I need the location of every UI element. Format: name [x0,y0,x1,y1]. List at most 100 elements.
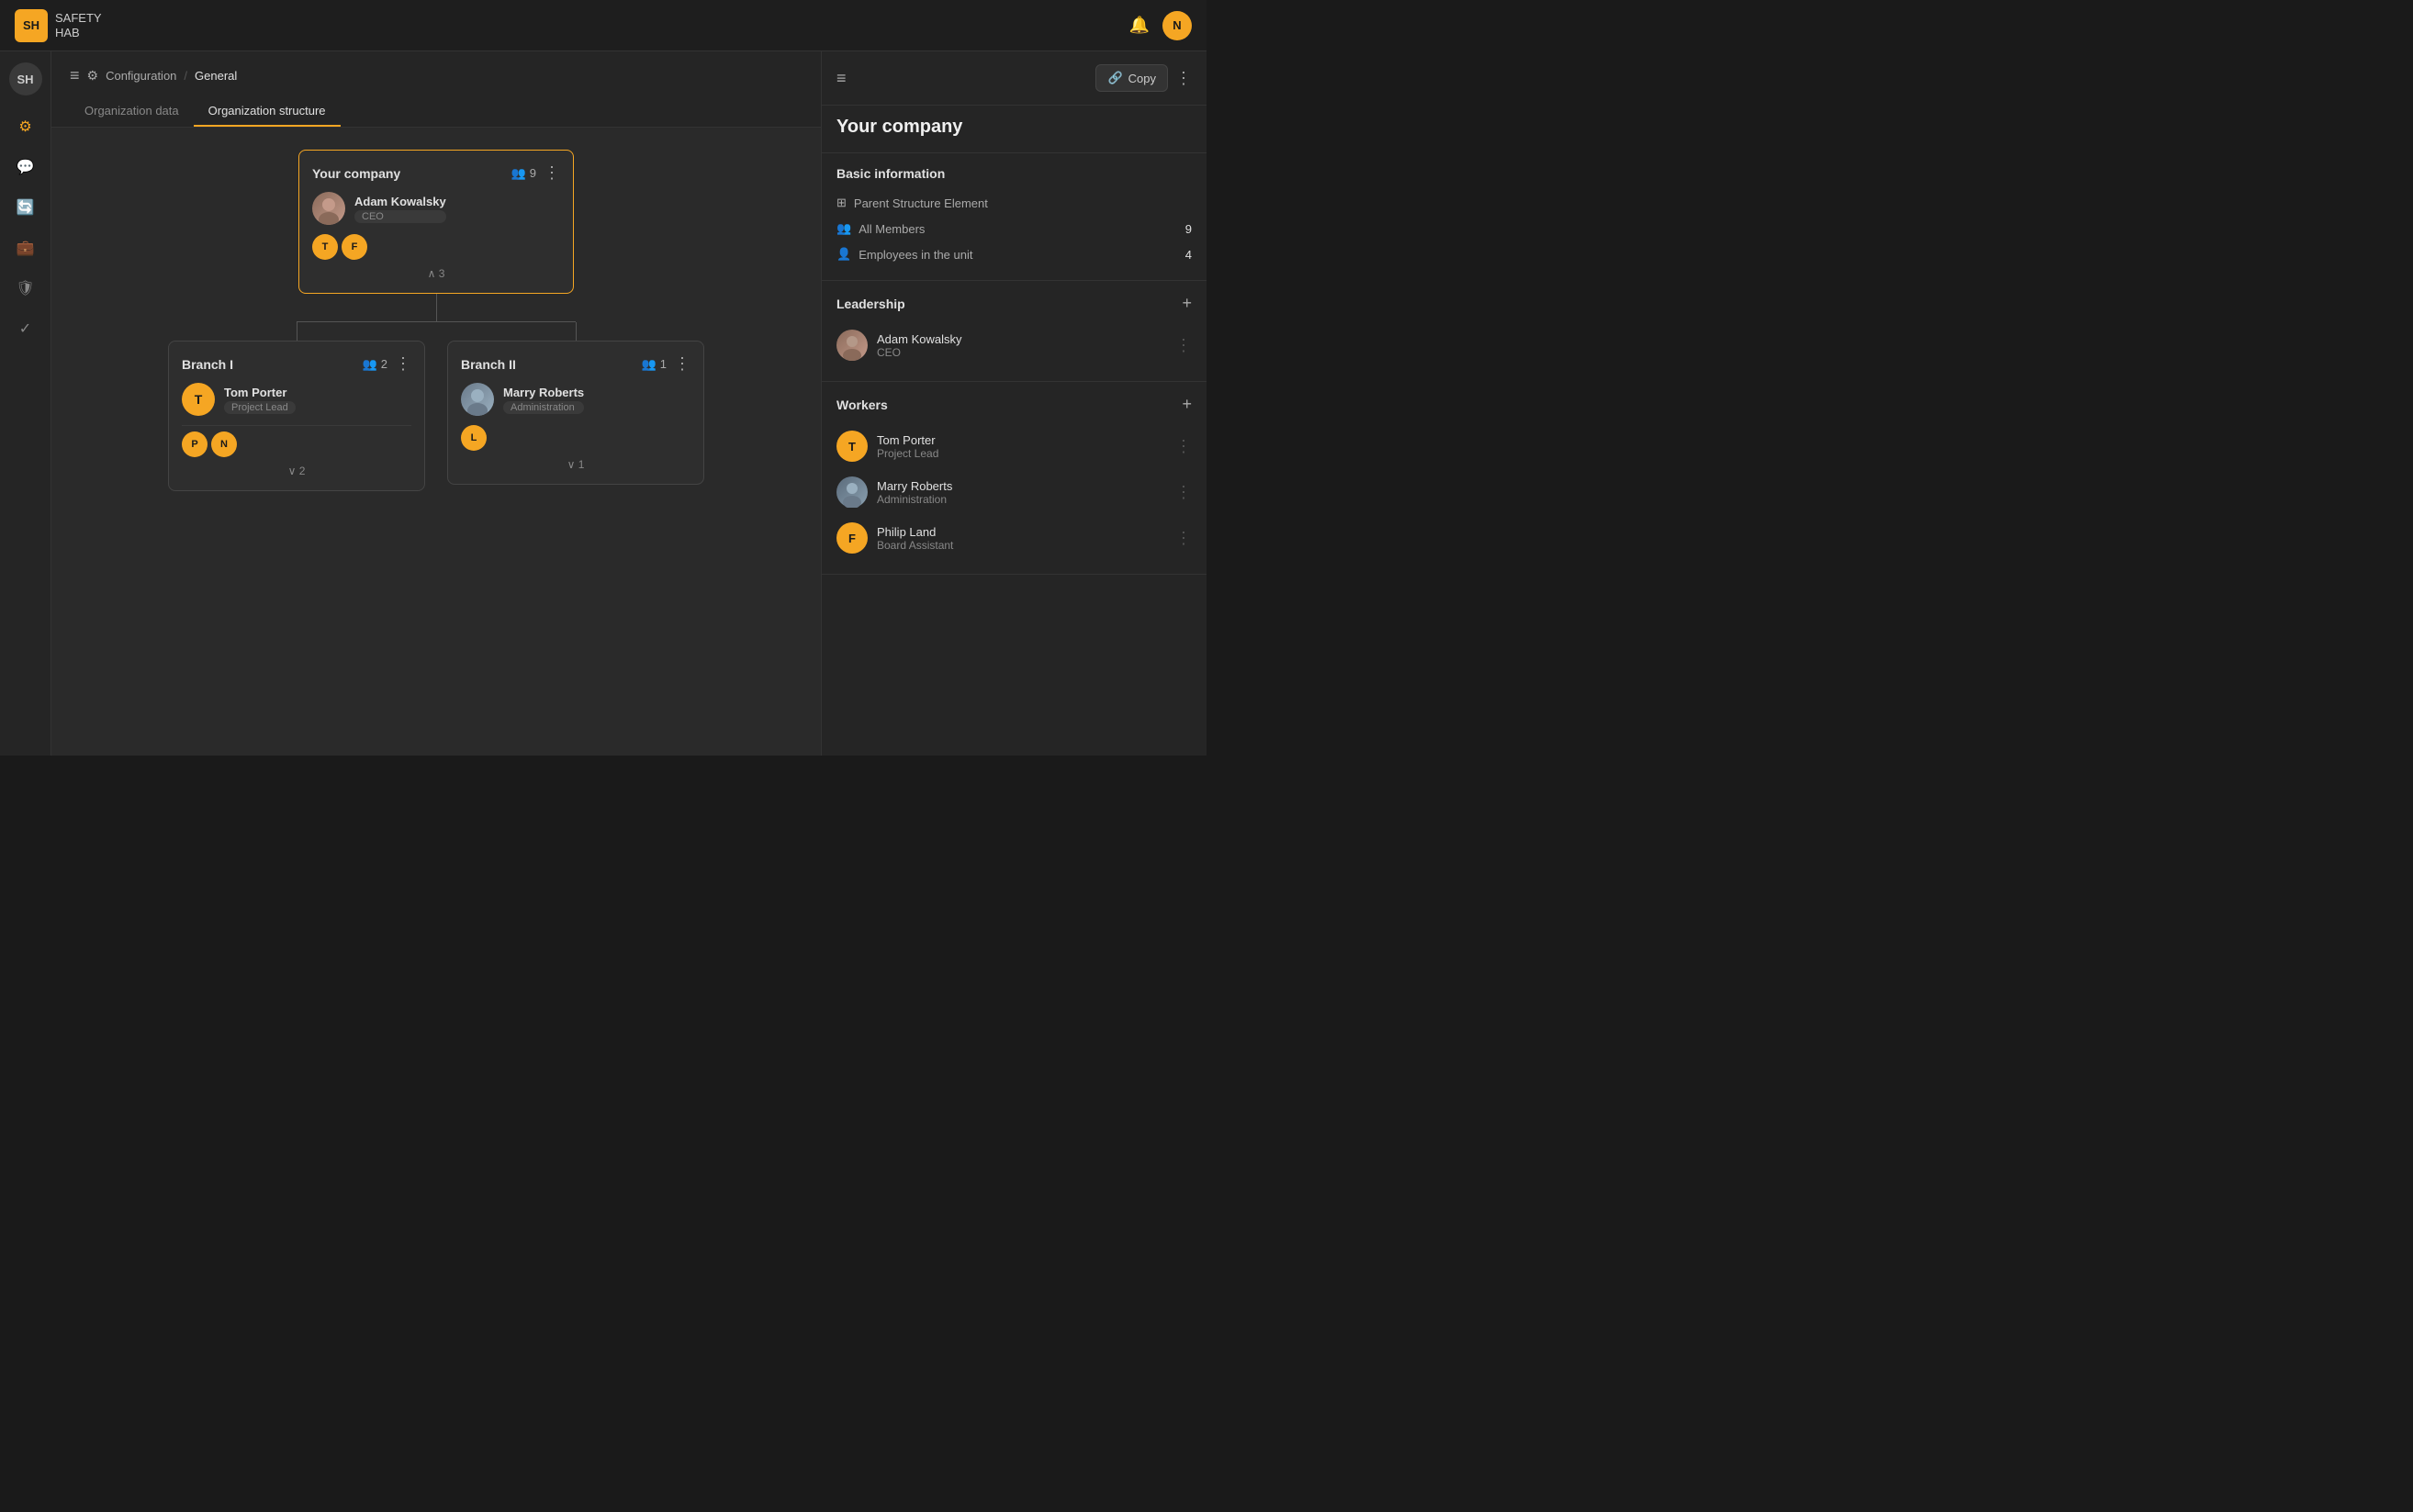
branch2-menu-icon[interactable]: ⋮ [674,354,690,374]
branch1-card[interactable]: Branch I 👥 2 ⋮ T [168,341,425,491]
workers-section: Workers + T Tom Porter Project Lead ⋮ [822,382,1206,575]
adam-kowalsky-info: Adam Kowalsky CEO [877,332,961,359]
branch2-avatar-l: L [461,425,487,451]
philip-land-worker-row: F Philip Land Board Assistant ⋮ [836,515,1192,561]
workers-add-icon[interactable]: + [1182,395,1192,414]
tom-porter-more-icon[interactable]: ⋮ [1175,437,1192,456]
workers-header: Workers + [836,395,1192,414]
avatar-t: T [312,234,338,260]
bell-icon[interactable]: 🔔 [1129,16,1150,35]
root-card-wrap: Your company 👥 9 ⋮ [298,150,574,294]
adam-kowalsky-row: Adam Kowalsky CEO ⋮ [836,322,1192,368]
copy-button[interactable]: 🔗 Copy [1095,64,1168,92]
app-layout: SH ⚙ 💬 🔄 💼 🛡 ✓ ≡ ⚙ Configuration / Gener… [0,51,1206,756]
branch2-person-role: Administration [503,401,584,414]
parent-structure-row: ⊞ Parent Structure Element [836,190,1192,216]
logo-text: SAFETY HAB [55,11,102,39]
avatar-f: F [342,234,367,260]
branch1-header: Branch I 👥 2 ⋮ [182,354,411,374]
root-card-expand[interactable]: ∧ 3 [312,267,560,280]
sidebar-icon-settings[interactable]: ⚙ [9,110,42,143]
branch1-menu-icon[interactable]: ⋮ [395,354,411,374]
marry-roberts-worker-name: Marry Roberts [877,479,952,493]
root-org-card[interactable]: Your company 👥 9 ⋮ [298,150,574,294]
branch1-person-role: Project Lead [224,401,296,414]
branch1-avatars: P N [182,431,411,457]
root-card-header: Your company 👥 9 ⋮ [312,163,560,183]
branch2-expand[interactable]: ∨ 1 [461,458,690,471]
adam-kowalsky-avatar [312,192,345,225]
branch1-title: Branch I [182,357,233,372]
topbar-right: 🔔 N [1129,11,1192,40]
members-icon: 👥 [836,221,851,236]
logo-initials: SH [23,18,39,32]
branch1-wrap: Branch I 👥 2 ⋮ T [168,322,425,491]
root-card-title: Your company [312,166,400,181]
all-members-value: 9 [1185,222,1192,236]
adam-kowalsky-name: Adam Kowalsky [877,332,961,346]
root-card-avatars: T F [312,234,560,260]
people-icon: 👥 [511,166,526,181]
panel-title: Your company [822,106,1206,153]
people-icon-b2: 👥 [642,357,657,372]
philip-land-more-icon[interactable]: ⋮ [1175,529,1192,548]
leadership-section: Leadership + Adam Kowalsky CEO [822,281,1206,382]
root-person-name: Adam Kowalsky [354,195,446,208]
tom-porter-worker-avatar: T [836,431,868,462]
tom-porter-worker-info: Tom Porter Project Lead [877,433,938,460]
philip-land-worker-name: Philip Land [877,525,953,539]
branch2-person-info: Marry Roberts Administration [503,386,584,414]
leadership-add-icon[interactable]: + [1182,294,1192,313]
root-card-menu-icon[interactable]: ⋮ [544,163,560,183]
branches-row: Branch I 👥 2 ⋮ T [168,322,704,491]
philip-land-worker-info: Philip Land Board Assistant [877,525,953,552]
employees-unit-row: 👤 Employees in the unit 4 [836,241,1192,267]
breadcrumb-config[interactable]: Configuration [106,69,176,83]
sidebar-icon-briefcase[interactable]: 💼 [9,231,42,264]
parent-icon: ⊞ [836,196,847,210]
right-panel: ≡ 🔗 Copy ⋮ Your company Basic informatio… [821,51,1206,756]
topbar: SH SAFETY HAB 🔔 N [0,0,1206,51]
marry-roberts-more-icon[interactable]: ⋮ [1175,483,1192,502]
all-members-row: 👥 All Members 9 [836,216,1192,241]
adam-kowalsky-more-icon[interactable]: ⋮ [1175,336,1192,355]
employees-unit-label: 👤 Employees in the unit [836,247,972,262]
link-icon: 🔗 [1107,71,1122,85]
employee-icon: 👤 [836,247,851,262]
tab-org-data[interactable]: Organization data [70,96,194,127]
philip-land-left: F Philip Land Board Assistant [836,522,953,554]
panel-topbar: ≡ 🔗 Copy ⋮ [822,51,1206,106]
sidebar-icon-shield[interactable]: 🛡 [9,272,42,305]
user-avatar[interactable]: N [1162,11,1192,40]
branch2-wrap: Branch II 👥 1 ⋮ [447,322,704,485]
marry-roberts-avatar [461,383,494,416]
employees-unit-value: 4 [1185,248,1192,262]
sidebar-icon-chat[interactable]: 💬 [9,151,42,184]
branch2-person: Marry Roberts Administration [461,383,690,416]
tab-org-structure[interactable]: Organization structure [194,96,341,127]
breadcrumb-current: General [195,69,237,83]
branch1-avatar-p: P [182,431,208,457]
workers-title: Workers [836,398,888,412]
panel-menu-icon[interactable]: ≡ [836,69,847,88]
marry-roberts-worker-row: Marry Roberts Administration ⋮ [836,469,1192,515]
basic-info-title: Basic information [836,166,945,181]
branch2-person-name: Marry Roberts [503,386,584,399]
logo-box: SH [15,9,48,42]
branch1-expand[interactable]: ∨ 2 [182,465,411,477]
branch1-person-name: Tom Porter [224,386,296,399]
philip-land-worker-avatar: F [836,522,868,554]
sidebar-icon-check[interactable]: ✓ [9,312,42,345]
branch2-header: Branch II 👥 1 ⋮ [461,354,690,374]
panel-actions: 🔗 Copy ⋮ [1095,64,1192,92]
breadcrumb-menu-icon[interactable]: ≡ [70,66,80,85]
sidebar-icon-refresh[interactable]: 🔄 [9,191,42,224]
leadership-title: Leadership [836,297,905,311]
philip-land-worker-role: Board Assistant [877,539,953,552]
tom-porter-worker-row: T Tom Porter Project Lead ⋮ [836,423,1192,469]
branch2-avatars: L [461,425,690,451]
root-card-count: 👥 9 [511,166,536,181]
panel-more-icon[interactable]: ⋮ [1175,69,1192,88]
sidebar-logo-avatar[interactable]: SH [9,62,42,95]
branch2-card[interactable]: Branch II 👥 1 ⋮ [447,341,704,485]
